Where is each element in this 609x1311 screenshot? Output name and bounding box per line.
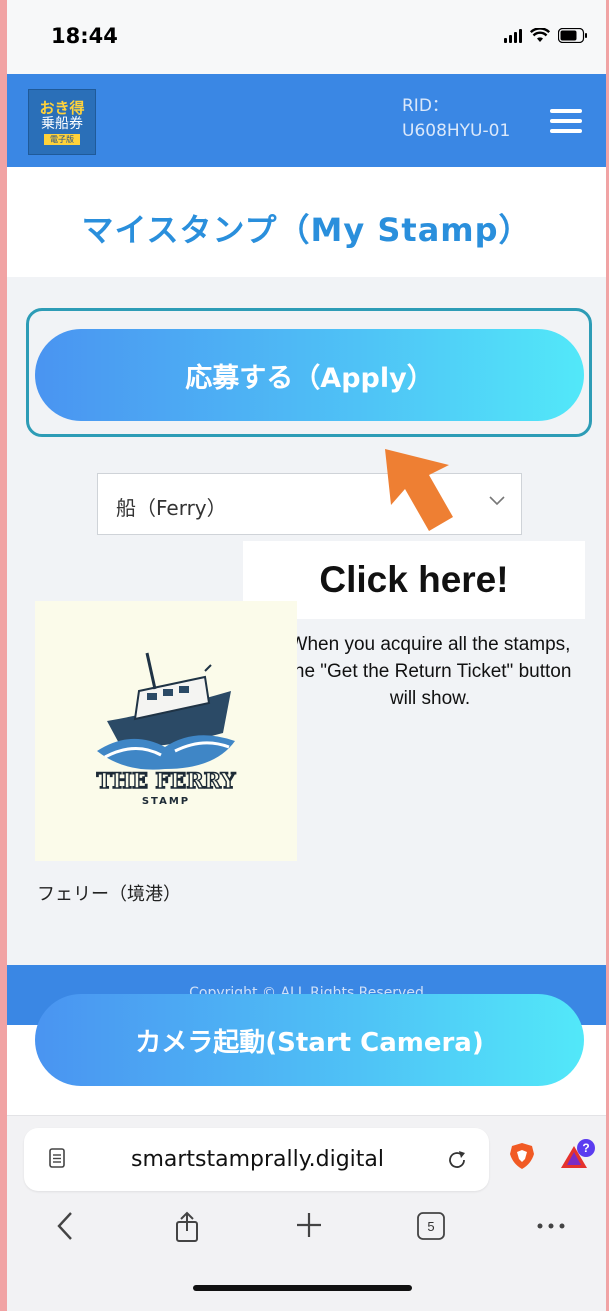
wifi-icon — [530, 28, 550, 42]
battery-icon — [558, 28, 587, 43]
stamp-title-text: THE FERRY — [97, 768, 237, 793]
start-camera-button[interactable]: カメラ起動(Start Camera) — [35, 994, 584, 1086]
address-bar[interactable]: smartstamprally.digital — [24, 1128, 489, 1191]
notification-badge: ? — [582, 1141, 589, 1155]
share-icon[interactable] — [174, 1211, 200, 1243]
rid-value: U608HYU-01 — [402, 121, 511, 141]
app-header: おき得 乗船券 電子版 RID： U608HYU-01 — [7, 74, 606, 167]
title-bar: マイスタンプ（My Stamp） — [7, 167, 606, 277]
logo-line-2: 乗船券 — [41, 115, 83, 132]
instruction-note: When you acquire all the stamps, the "Ge… — [288, 634, 572, 709]
browser-chrome: smartstamprally.digital ? 5 — [7, 1115, 606, 1311]
brave-shield-icon[interactable] — [509, 1142, 535, 1170]
transport-select[interactable]: 船（Ferry） — [97, 473, 522, 535]
rid-label: RID： — [402, 96, 449, 116]
ferry-boat-illustration: THE FERRY STAMP — [96, 652, 237, 807]
stamp-caption: フェリー（境港） — [37, 884, 181, 905]
status-time: 18:44 — [51, 24, 118, 48]
logo-line-3: 電子版 — [44, 133, 80, 145]
tab-count: 5 — [427, 1219, 434, 1234]
tabs-icon[interactable]: 5 — [416, 1211, 446, 1241]
select-value: 船（Ferry） — [116, 496, 227, 520]
new-tab-icon[interactable] — [295, 1211, 323, 1239]
rid-display: RID： U608HYU-01 — [402, 94, 510, 144]
back-icon[interactable] — [56, 1211, 74, 1241]
chevron-down-icon — [489, 496, 505, 506]
page-info-icon[interactable] — [49, 1148, 65, 1168]
app-logo[interactable]: おき得 乗船券 電子版 — [28, 89, 96, 155]
home-indicator[interactable] — [193, 1285, 412, 1291]
url-text: smartstamprally.digital — [131, 1147, 385, 1172]
phone-screen: 18:44 おき得 乗船券 電子版 RID： U608HYU-01 マイスタンプ… — [7, 0, 606, 1311]
apply-button[interactable]: 応募する（Apply） — [35, 329, 584, 421]
ferry-stamp-card[interactable]: THE FERRY STAMP — [35, 601, 297, 861]
pointer-arrow-icon — [385, 449, 453, 531]
logo-line-1: おき得 — [39, 98, 85, 117]
signal-icon — [504, 28, 522, 43]
more-options-icon[interactable] — [535, 1211, 567, 1241]
browser-toolbar: 5 — [7, 1211, 606, 1261]
stamp-subtitle-text: STAMP — [142, 796, 190, 807]
reload-icon[interactable] — [445, 1148, 469, 1172]
rewards-icon[interactable]: ? — [560, 1138, 596, 1172]
status-icons — [504, 28, 588, 43]
status-bar: 18:44 — [7, 0, 606, 74]
hamburger-icon[interactable] — [550, 109, 582, 133]
page-title: マイスタンプ（My Stamp） — [81, 211, 532, 249]
